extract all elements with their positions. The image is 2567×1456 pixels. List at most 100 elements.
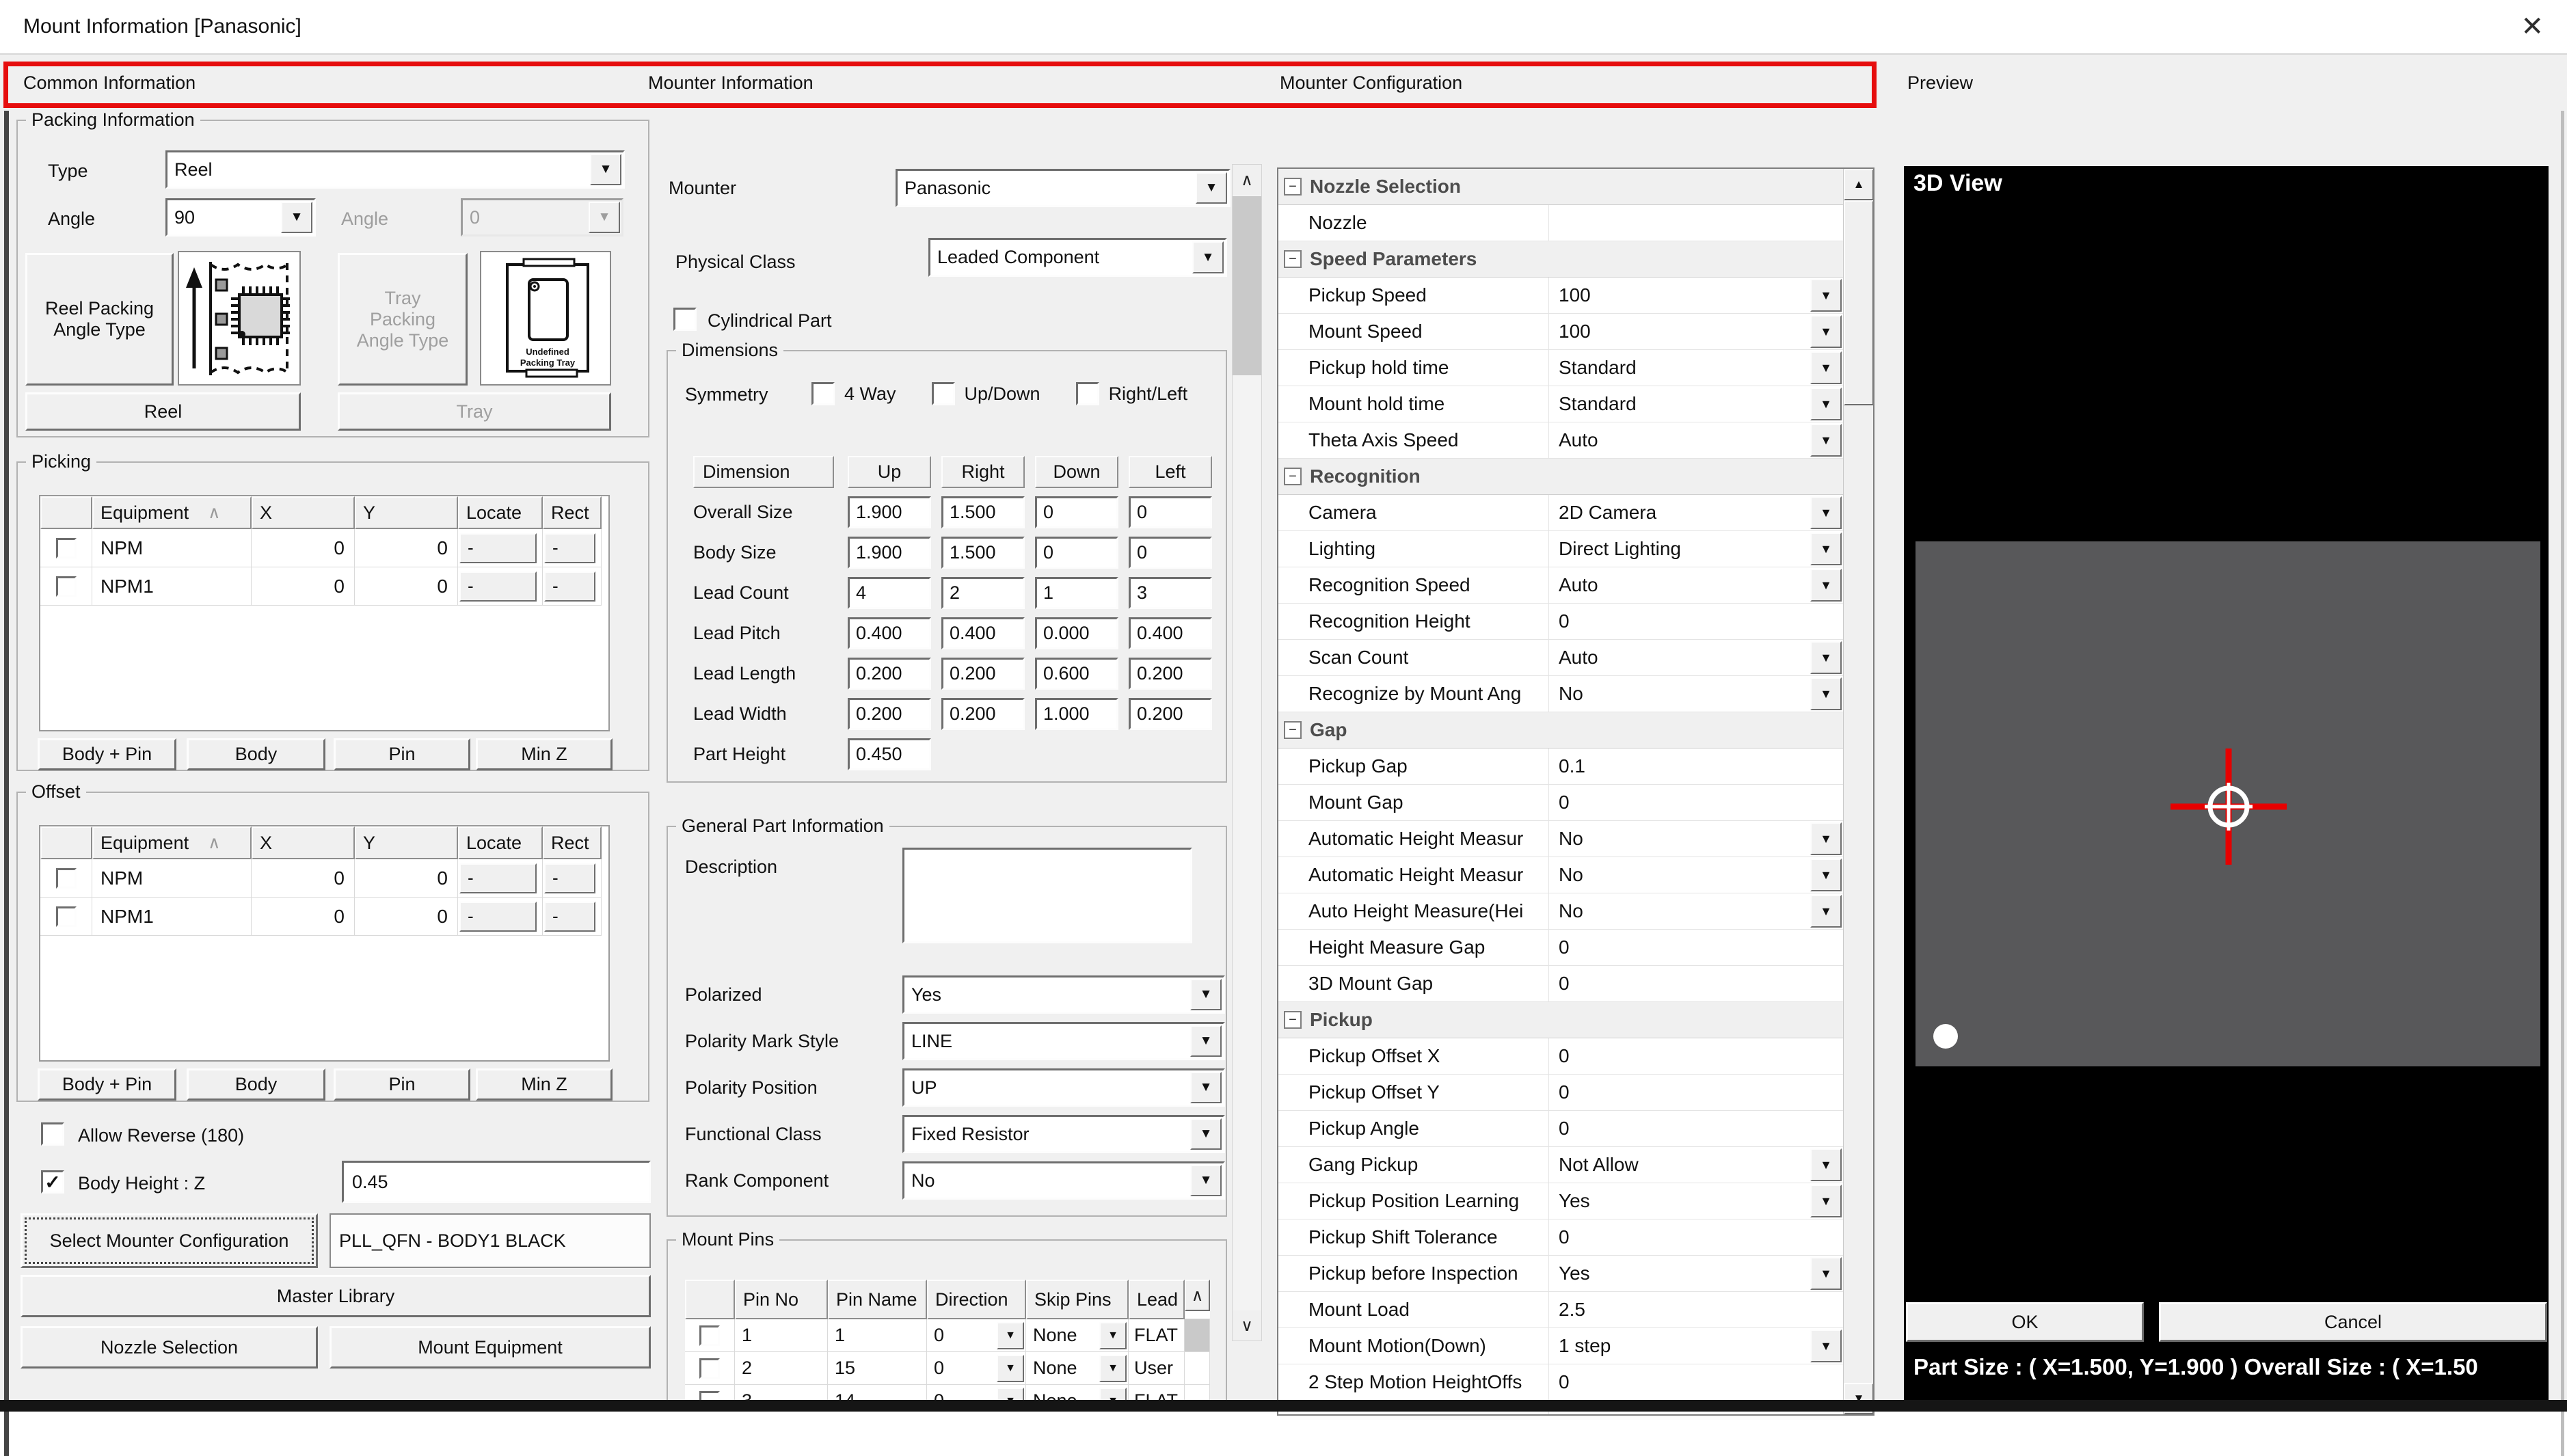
collapse-icon[interactable]: − [1284,721,1302,739]
chevron-down-icon[interactable]: ▼ [1810,1185,1842,1217]
preview-3d-view[interactable]: 3D View Part Size : ( X=1.500, Y=1.900 )… [1904,166,2549,1400]
dimension-value-input[interactable]: 0.200 [941,698,1025,730]
cancel-button[interactable]: Cancel [2159,1302,2547,1342]
chevron-down-icon[interactable]: ▼ [1810,388,1842,420]
chevron-down-icon[interactable]: ▼ [1810,315,1842,348]
dimension-value-input[interactable]: 1.900 [848,496,931,528]
chevron-down-icon[interactable]: ▼ [590,154,621,185]
property-value[interactable]: Direct Lighting▼ [1549,531,1843,567]
column-header[interactable] [40,826,92,859]
offset-min-z-button[interactable]: Min Z [476,1068,613,1101]
polarity-mark-style-select[interactable]: LINE▼ [902,1022,1225,1060]
column-header[interactable] [40,496,92,529]
chevron-down-icon[interactable]: ▼ [1810,677,1842,710]
column-header[interactable]: Locate [458,826,543,859]
dimension-value-input[interactable]: 0.200 [1129,658,1212,690]
locate-button[interactable]: - [459,571,537,602]
dimension-value-input[interactable]: 0.400 [1129,617,1212,649]
chevron-down-icon[interactable]: ▼ [1099,1355,1127,1382]
config-item-row[interactable]: Height Measure Gap0 [1278,930,1843,966]
scroll-up-icon[interactable]: ▲ [1844,169,1874,200]
config-item-row[interactable]: Pickup Speed100▼ [1278,278,1843,314]
chevron-down-icon[interactable]: ▼ [1190,1165,1222,1196]
config-category-row[interactable]: −Nozzle Selection [1278,169,1843,205]
property-value[interactable]: Yes▼ [1549,1183,1843,1219]
master-library-button[interactable]: Master Library [21,1275,651,1317]
column-header[interactable]: Pin No [735,1280,828,1319]
rank-component-select[interactable]: No▼ [902,1161,1225,1200]
scrollbar-thumb[interactable] [1844,200,1874,405]
column-header[interactable]: Equipment∧ [92,826,252,859]
pins-scroll-track[interactable] [1185,1319,1210,1352]
symmetry-checkbox[interactable] [811,382,835,405]
column-header[interactable]: Y [355,826,458,859]
offset-table[interactable]: Equipment∧XYLocateRectNPM00--NPM100-- [39,825,610,1062]
chevron-down-icon[interactable]: ▼ [997,1355,1024,1382]
property-value[interactable]: 100▼ [1549,314,1843,349]
config-category-row[interactable]: −Pickup [1278,1002,1843,1038]
chevron-down-icon[interactable]: ▼ [1810,279,1842,312]
picking-min-z-button[interactable]: Min Z [476,738,613,770]
column-header[interactable]: Y [355,496,458,529]
dimension-value-input[interactable]: 3 [1129,577,1212,609]
column-header[interactable] [685,1280,735,1319]
config-item-row[interactable]: Pickup Offset X0 [1278,1038,1843,1075]
allow-reverse-checkbox[interactable] [41,1122,64,1146]
config-item-row[interactable]: Recognize by Mount AngNo▼ [1278,676,1843,712]
property-value[interactable]: No▼ [1549,821,1843,857]
property-value[interactable]: No▼ [1549,857,1843,893]
mounter-panel-scrollbar[interactable]: ∧ ∨ [1232,164,1262,1341]
chevron-down-icon[interactable]: ▼ [281,202,312,233]
column-header[interactable]: Rect [543,496,602,529]
y-cell[interactable]: 0 [355,898,458,936]
close-icon[interactable]: ✕ [2521,0,2544,53]
property-value[interactable]: Standard▼ [1549,350,1843,386]
angle-select[interactable]: 90 ▼ [165,198,316,237]
property-value[interactable]: 2D Camera▼ [1549,495,1843,530]
scroll-up-icon[interactable]: ∧ [1233,165,1261,195]
column-header[interactable]: Pin Name [828,1280,927,1319]
config-item-row[interactable]: Pickup Position LearningYes▼ [1278,1183,1843,1219]
config-item-row[interactable]: Mount Load2.5 [1278,1292,1843,1328]
dimension-value-input[interactable]: 0.200 [848,658,931,690]
functional-class-select[interactable]: Fixed Resistor▼ [902,1115,1225,1153]
config-item-row[interactable]: LightingDirect Lighting▼ [1278,531,1843,567]
property-value[interactable]: No▼ [1549,676,1843,712]
property-value[interactable]: No▼ [1549,893,1843,929]
locate-button[interactable]: - [459,863,537,893]
config-grid-scrollbar[interactable]: ▲ ▼ [1843,169,1873,1414]
config-item-row[interactable]: 2 Step Motion HeightOffs0 [1278,1364,1843,1401]
collapse-icon[interactable]: − [1284,1011,1302,1029]
polarized-select[interactable]: Yes▼ [902,975,1225,1014]
symmetry-checkbox[interactable] [932,382,955,405]
physical-class-select[interactable]: Leaded Component ▼ [928,238,1227,277]
dimension-value-input[interactable]: 0 [1129,537,1212,569]
config-item-row[interactable]: Mount hold timeStandard▼ [1278,386,1843,422]
scrollbar-thumb[interactable] [1233,196,1261,375]
type-select[interactable]: Reel ▼ [165,150,625,189]
y-cell[interactable]: 0 [355,859,458,898]
property-value[interactable]: 0.1 [1549,749,1843,784]
picking-body-button[interactable]: Body [187,738,325,770]
dimension-value-input[interactable]: 1.000 [1035,698,1118,730]
chevron-down-icon[interactable]: ▼ [1810,532,1842,565]
x-cell[interactable]: 0 [252,859,355,898]
property-value[interactable]: 0 [1549,1075,1843,1110]
y-cell[interactable]: 0 [355,529,458,567]
property-value[interactable]: Auto▼ [1549,567,1843,603]
dimension-value-input[interactable]: 0.000 [1035,617,1118,649]
row-checkbox[interactable] [699,1358,720,1379]
offset-pin-button[interactable]: Pin [334,1068,470,1101]
chevron-down-icon[interactable]: ▼ [1192,241,1224,273]
column-header[interactable]: Skip Pins [1026,1280,1129,1319]
config-item-row[interactable]: Gang PickupNot Allow▼ [1278,1147,1843,1183]
mount-equipment-button[interactable]: Mount Equipment [330,1326,651,1369]
property-value[interactable]: 0 [1549,966,1843,1001]
property-value[interactable]: 1 step▼ [1549,1328,1843,1364]
rect-button[interactable]: - [544,533,595,563]
dimension-value-input[interactable]: 0 [1035,537,1118,569]
chevron-down-icon[interactable]: ▼ [1810,496,1842,529]
picking-pin-button[interactable]: Pin [334,738,470,770]
config-item-row[interactable]: Auto Height Measure(HeiNo▼ [1278,893,1843,930]
dimension-value-input[interactable]: 0 [1129,496,1212,528]
